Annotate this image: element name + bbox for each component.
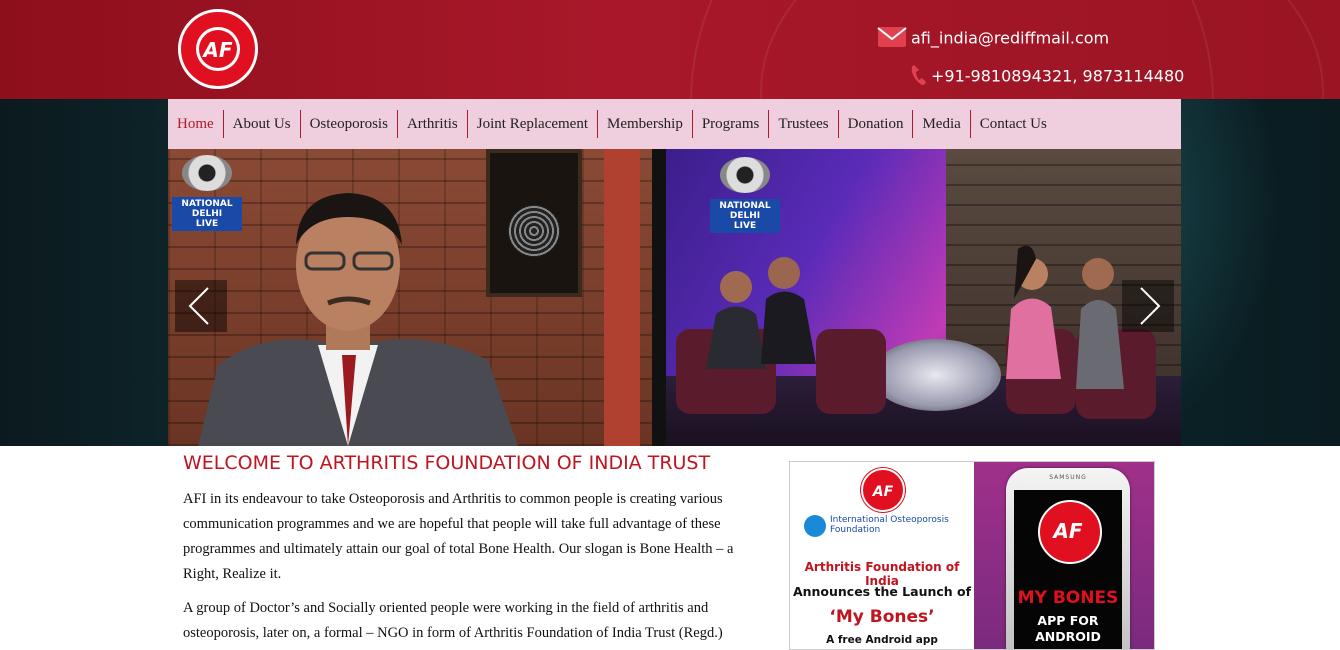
history-paragraph: A group of Doctor’s and Socially oriente… bbox=[183, 600, 723, 641]
iof-figure-icon bbox=[804, 515, 826, 537]
iof-logo: International Osteoporosis Foundation bbox=[804, 515, 964, 537]
phone-image: SAMSUNG AF MY BONES APP FOR ANDROID bbox=[1006, 468, 1130, 649]
banner-text-panel: AF International Osteoporosis Foundation… bbox=[790, 462, 974, 649]
banner-phone-panel: SAMSUNG AF MY BONES APP FOR ANDROID bbox=[974, 462, 1154, 649]
nav-item-about-us[interactable]: About Us bbox=[222, 110, 300, 138]
phone-app-title: MY BONES bbox=[1017, 588, 1119, 608]
email-text: afi_india@rediffmail.com bbox=[911, 28, 1110, 48]
channel-tag-line: DELHI bbox=[729, 211, 761, 221]
intro-paragraph: AFI in its endeavour to take Osteoporosi… bbox=[183, 491, 734, 582]
banner-announce: Announces the Launch of bbox=[792, 584, 972, 599]
channel-disc-icon bbox=[720, 157, 770, 193]
contact-email[interactable]: afi_india@rediffmail.com bbox=[877, 26, 1109, 52]
afi-logo-text: AF bbox=[872, 484, 894, 500]
nav-item-donation[interactable]: Donation bbox=[837, 110, 913, 138]
hero-slider: NATIONAL DELHI LIVE NATIONAL DELHI LIVE bbox=[168, 149, 1181, 446]
logo-mark-icon: AF bbox=[196, 27, 240, 71]
slide-image-panel-discussion: NATIONAL DELHI LIVE bbox=[666, 149, 1181, 446]
nav-item-media[interactable]: Media bbox=[912, 110, 969, 138]
nav-item-arthritis[interactable]: Arthritis bbox=[396, 110, 467, 138]
afi-logo-icon: AF bbox=[861, 468, 905, 512]
speaker-figure bbox=[198, 193, 518, 446]
channel-logo: NATIONAL DELHI LIVE bbox=[710, 157, 780, 241]
phone-text: +91-9810894321, 9873114480 bbox=[931, 66, 1185, 86]
phone-brand: SAMSUNG bbox=[1049, 474, 1087, 481]
chevron-left-icon bbox=[188, 287, 209, 325]
chevron-right-icon bbox=[1140, 287, 1161, 325]
channel-tag-line: NATIONAL bbox=[181, 199, 233, 209]
nav-item-home[interactable]: Home bbox=[168, 110, 223, 138]
contact-phone[interactable]: +91-9810894321, 9873114480 bbox=[911, 64, 1184, 90]
phone-screen: AF MY BONES APP FOR ANDROID bbox=[1014, 490, 1122, 649]
iof-name: International Osteoporosis Foundation bbox=[830, 515, 949, 535]
banner-app-name: ‘My Bones’ bbox=[829, 607, 935, 627]
slide-divider bbox=[652, 149, 666, 446]
main-nav: Home About Us Osteoporosis Arthritis Joi… bbox=[168, 99, 1181, 149]
channel-disc-icon bbox=[182, 155, 232, 191]
phone-app-subtitle: APP FOR ANDROID bbox=[1035, 613, 1101, 644]
nav-item-contact-us[interactable]: Contact Us bbox=[969, 110, 1056, 138]
app-logo-icon: AF bbox=[1038, 500, 1102, 564]
phone-icon bbox=[911, 64, 927, 90]
slide-image-interview: NATIONAL DELHI LIVE bbox=[168, 149, 652, 446]
studio-pillar bbox=[604, 149, 640, 446]
mail-icon bbox=[877, 26, 907, 52]
channel-tag-line: LIVE bbox=[733, 221, 757, 231]
channel-tag-line: NATIONAL bbox=[719, 201, 771, 211]
slider-prev-button[interactable] bbox=[175, 280, 227, 332]
logo-text: AF bbox=[201, 38, 232, 62]
channel-logo: NATIONAL DELHI LIVE bbox=[172, 155, 242, 239]
nav-item-osteoporosis[interactable]: Osteoporosis bbox=[299, 110, 397, 138]
site-logo[interactable]: AF bbox=[178, 9, 258, 89]
my-bones-app-banner[interactable]: AF International Osteoporosis Foundation… bbox=[789, 461, 1155, 650]
banner-free-line: A free Android app bbox=[826, 634, 938, 646]
channel-tag-line: DELHI bbox=[191, 209, 223, 219]
welcome-heading: WELCOME TO ARTHRITIS FOUNDATION OF INDIA… bbox=[183, 452, 711, 474]
nav-item-joint-replacement[interactable]: Joint Replacement bbox=[466, 110, 597, 138]
channel-tag-line: LIVE bbox=[195, 219, 219, 229]
site-header: AF afi_india@rediffmail.com +91-98108943… bbox=[0, 0, 1340, 99]
slider-next-button[interactable] bbox=[1122, 280, 1174, 332]
nav-item-programs[interactable]: Programs bbox=[691, 110, 769, 138]
nav-item-membership[interactable]: Membership bbox=[597, 110, 692, 138]
app-logo-text: AF bbox=[1051, 519, 1082, 543]
nav-item-trustees[interactable]: Trustees bbox=[768, 110, 837, 138]
